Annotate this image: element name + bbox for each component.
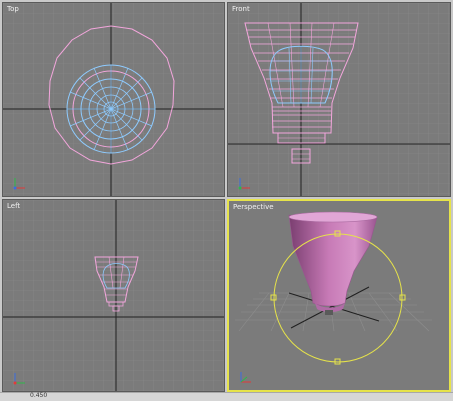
viewport-front[interactable]: Front [227, 2, 451, 197]
viewport-label-perspective[interactable]: Perspective [233, 203, 274, 211]
grid [3, 3, 224, 196]
viewport-top[interactable]: Top [2, 2, 225, 197]
perspective-view-canvas[interactable] [229, 201, 449, 390]
axis-tripod-icon [240, 372, 251, 383]
left-view-canvas[interactable] [3, 200, 224, 391]
front-view-canvas[interactable] [228, 3, 450, 196]
viewport-label-top[interactable]: Top [7, 5, 19, 13]
viewport-label-front[interactable]: Front [232, 5, 250, 13]
status-value: 0.450 [30, 392, 48, 399]
top-view-canvas[interactable] [3, 3, 224, 196]
grid [3, 200, 224, 391]
lamp-perspective-mesh [288, 211, 378, 315]
viewport-label-left[interactable]: Left [7, 202, 20, 210]
viewport-left[interactable]: Left [2, 199, 225, 392]
grid [228, 3, 450, 196]
viewport-perspective[interactable]: Perspective [227, 199, 451, 392]
